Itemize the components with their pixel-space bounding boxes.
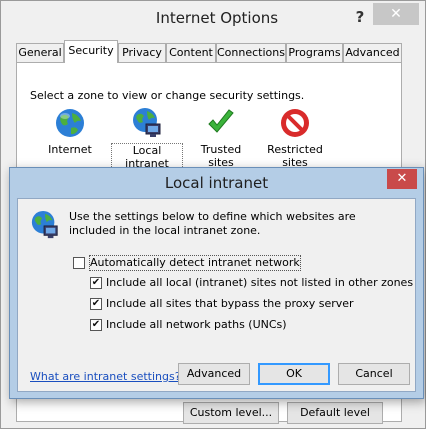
tab-general[interactable]: General <box>16 43 64 62</box>
include-local-sites-checkbox[interactable]: Include all local (intranet) sites not l… <box>90 276 413 290</box>
help-icon[interactable]: ? <box>353 7 367 27</box>
intranet-settings-help-link[interactable]: What are intranet settings? <box>30 370 181 383</box>
tab-content[interactable]: Content <box>166 43 216 62</box>
intranet-globe-icon <box>30 210 62 242</box>
checkbox-label: Include all sites that bypass the proxy … <box>106 297 354 310</box>
auto-detect-checkbox[interactable]: Automatically detect intranet network <box>73 255 301 271</box>
local-intranet-dialog: Local intranet ✕ Use the settings below … <box>9 167 424 399</box>
zone-internet[interactable]: Internet <box>45 107 95 156</box>
checkbox-box[interactable] <box>90 277 102 289</box>
dialog-close-button[interactable]: ✕ <box>387 169 417 189</box>
globe-icon <box>54 107 86 139</box>
checkbox-label: Include all network paths (UNCs) <box>106 318 287 331</box>
default-level-button[interactable]: Default level <box>287 402 383 424</box>
dialog-body: Use the settings below to define which w… <box>17 198 416 392</box>
dialog-description: Use the settings below to define which w… <box>69 210 356 237</box>
checkbox-box[interactable] <box>90 319 102 331</box>
window-close-button[interactable]: ✕ <box>373 3 419 25</box>
no-entry-icon <box>279 107 311 139</box>
zone-label: Internet <box>48 143 92 156</box>
zone-trusted-sites[interactable]: Trusted sites <box>187 107 255 169</box>
tab-security[interactable]: Security <box>64 40 118 63</box>
include-network-paths-checkbox[interactable]: Include all network paths (UNCs) <box>90 318 287 332</box>
checkbox-box[interactable] <box>73 257 85 269</box>
zone-label: Trusted sites <box>200 143 242 169</box>
tab-advanced[interactable]: Advanced <box>343 43 402 62</box>
intranet-globe-icon <box>131 107 163 139</box>
tab-programs[interactable]: Programs <box>286 43 343 62</box>
tab-privacy[interactable]: Privacy <box>118 43 166 62</box>
checkbox-label: Include all local (intranet) sites not l… <box>106 276 414 289</box>
zone-local-intranet[interactable]: Local intranet <box>111 107 183 171</box>
ok-button[interactable]: OK <box>258 363 330 385</box>
green-check-icon <box>205 107 237 139</box>
zone-restricted-sites[interactable]: Restricted sites <box>263 107 327 169</box>
checkbox-box[interactable] <box>90 298 102 310</box>
zone-label: Restricted sites <box>267 143 323 169</box>
advanced-button[interactable]: Advanced <box>178 363 250 385</box>
dialog-title: Local intranet <box>164 174 269 192</box>
custom-level-button[interactable]: Custom level... <box>183 402 279 424</box>
cancel-button[interactable]: Cancel <box>338 363 410 385</box>
include-proxy-bypass-checkbox[interactable]: Include all sites that bypass the proxy … <box>90 297 354 311</box>
zone-prompt: Select a zone to view or change security… <box>30 89 305 102</box>
tab-connections[interactable]: Connections <box>216 43 286 62</box>
checkbox-label: Automatically detect intranet network <box>89 255 301 271</box>
